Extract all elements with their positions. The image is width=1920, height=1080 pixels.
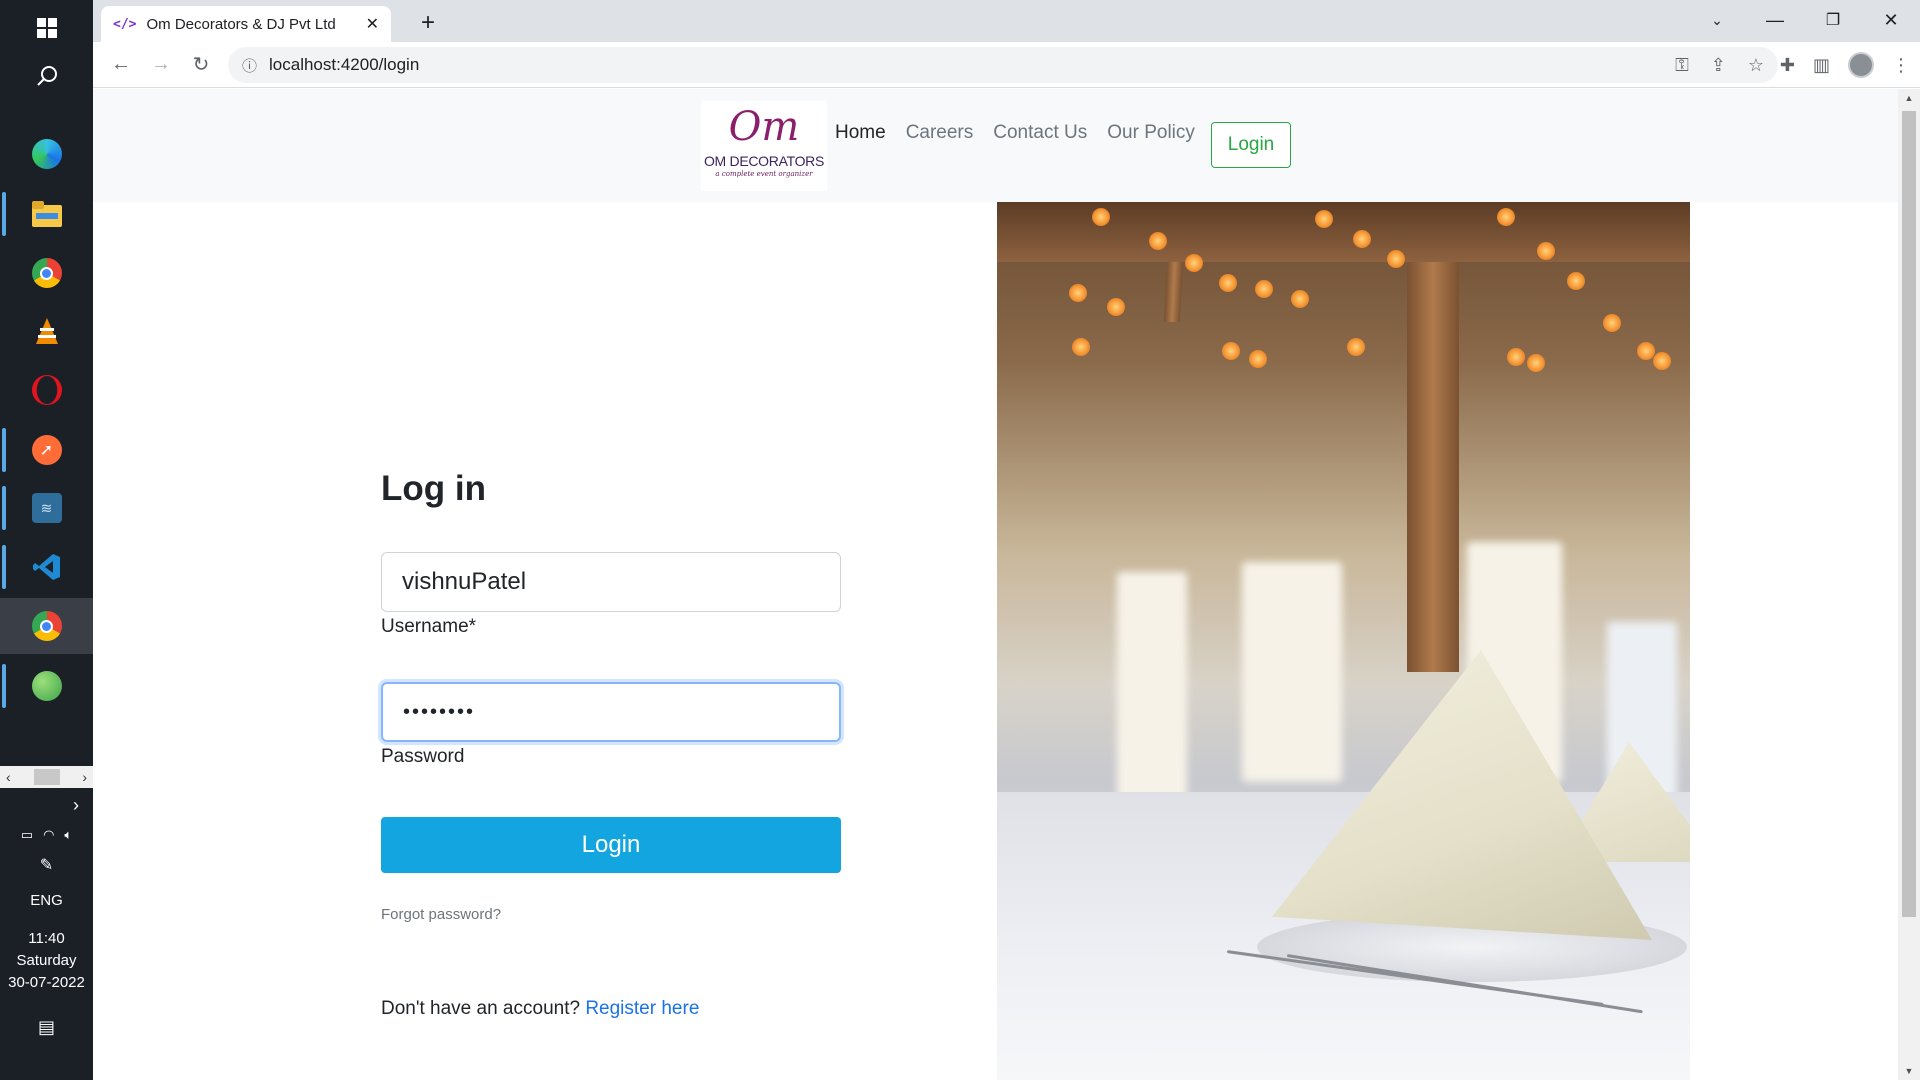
taskbar-scroll-thumb[interactable] bbox=[33, 769, 60, 785]
page-scroll-thumb[interactable] bbox=[1902, 111, 1916, 917]
chevron-right-icon[interactable]: › bbox=[82, 769, 87, 785]
notification-icon[interactable]: ▤ bbox=[38, 1017, 55, 1038]
username-label: Username* bbox=[381, 616, 477, 637]
forgot-password-link[interactable]: Forgot password? bbox=[381, 906, 501, 923]
nav-contact-link[interactable]: Contact Us bbox=[993, 122, 1087, 144]
register-prompt-text: Don't have an account? bbox=[381, 998, 581, 1019]
page-scrollbar[interactable]: ▲ ▼ bbox=[1898, 89, 1920, 1080]
nav-careers-link[interactable]: Careers bbox=[906, 122, 974, 144]
browser-toolbar: ← → ↻ ⓘ localhost:4200/login ⚿ ⇪ ☆ ✚ ▥ ⋮ bbox=[93, 42, 1920, 88]
chrome-icon[interactable] bbox=[0, 245, 93, 301]
edge-icon[interactable] bbox=[0, 126, 93, 182]
side-panel-icon[interactable]: ▥ bbox=[1813, 55, 1830, 76]
nav-login-button[interactable]: Login bbox=[1211, 122, 1291, 168]
opera-icon[interactable] bbox=[0, 362, 93, 418]
volume-icon[interactable]: 🔈︎ bbox=[64, 827, 72, 843]
nav-links: Home Careers Contact Us Our Policy bbox=[835, 122, 1195, 144]
tab-strip: </> Om Decorators & DJ Pvt Ltd ✕ + ⌄ — ❐… bbox=[93, 0, 1920, 42]
minimize-icon[interactable]: — bbox=[1746, 0, 1804, 40]
windows-taskbar: ➚ ≋ ‹ › › ▭ ◠ 🔈︎ ✎ ENG 11:40 Saturday 30… bbox=[0, 0, 93, 1080]
password-input[interactable]: •••••••• bbox=[381, 682, 841, 742]
username-input[interactable] bbox=[381, 552, 841, 612]
wifi-icon[interactable]: ◠ bbox=[43, 827, 54, 843]
register-link[interactable]: Register here bbox=[585, 998, 699, 1019]
site-navbar: Om OM DECORATORS a complete event organi… bbox=[93, 89, 1898, 202]
clock-day: Saturday bbox=[16, 952, 77, 969]
logo-name: OM DECORATORS bbox=[703, 153, 825, 169]
system-tray: › ▭ ◠ 🔈︎ ✎ ENG 11:40 Saturday 30-07-2022… bbox=[0, 790, 93, 1042]
site-logo[interactable]: Om OM DECORATORS a complete event organi… bbox=[701, 101, 827, 191]
extensions-icon[interactable]: ✚ bbox=[1780, 55, 1795, 76]
window-controls: ⌄ — ❐ ✕ bbox=[1688, 0, 1920, 40]
reload-icon[interactable]: ↻ bbox=[181, 45, 221, 85]
pen-icon[interactable]: ✎ bbox=[40, 855, 53, 875]
search-icon[interactable] bbox=[0, 48, 93, 104]
clock[interactable]: 11:40 Saturday 30-07-2022 bbox=[0, 928, 93, 994]
site-info-icon[interactable]: ⓘ bbox=[242, 55, 257, 76]
chrome-profile-icon[interactable] bbox=[0, 598, 93, 654]
clock-date: 30-07-2022 bbox=[8, 974, 85, 991]
taskbar-scrollbar[interactable]: ‹ › bbox=[0, 766, 93, 788]
new-tab-button[interactable]: + bbox=[413, 8, 443, 38]
login-submit-button[interactable]: Login bbox=[381, 817, 841, 873]
chrome-window: </> Om Decorators & DJ Pvt Ltd ✕ + ⌄ — ❐… bbox=[93, 0, 1920, 1080]
address-bar[interactable]: ⓘ localhost:4200/login ⚿ ⇪ ☆ bbox=[228, 47, 1778, 83]
chevron-left-icon[interactable]: ‹ bbox=[6, 769, 11, 785]
nav-home-link[interactable]: Home bbox=[835, 122, 886, 144]
scroll-down-icon[interactable]: ▼ bbox=[1898, 1062, 1920, 1080]
restore-icon[interactable]: ❐ bbox=[1804, 0, 1862, 40]
page-viewport: Om OM DECORATORS a complete event organi… bbox=[93, 89, 1898, 1080]
logo-mark: Om bbox=[728, 104, 800, 150]
vscode-icon[interactable] bbox=[0, 539, 93, 595]
mysql-workbench-icon[interactable]: ≋ bbox=[0, 480, 93, 536]
key-icon[interactable]: ⚿ bbox=[1675, 55, 1689, 76]
back-icon[interactable]: ← bbox=[101, 45, 141, 85]
code-favicon-icon: </> bbox=[113, 16, 137, 32]
file-explorer-icon[interactable] bbox=[0, 186, 93, 242]
chevron-right-icon[interactable]: › bbox=[73, 795, 79, 816]
language-indicator[interactable]: ENG bbox=[30, 892, 63, 909]
close-window-icon[interactable]: ✕ bbox=[1862, 0, 1920, 40]
register-prompt: Don't have an account? Register here bbox=[381, 998, 699, 1020]
password-label: Password bbox=[381, 746, 465, 767]
nav-policy-link[interactable]: Our Policy bbox=[1107, 122, 1195, 144]
login-title: Log in bbox=[381, 469, 486, 508]
browser-tab[interactable]: </> Om Decorators & DJ Pvt Ltd ✕ bbox=[101, 6, 391, 42]
battery-icon[interactable]: ▭ bbox=[21, 827, 33, 843]
close-tab-icon[interactable]: ✕ bbox=[366, 14, 379, 34]
menu-kebab-icon[interactable]: ⋮ bbox=[1892, 55, 1910, 76]
tab-search-icon[interactable]: ⌄ bbox=[1688, 0, 1746, 40]
forward-icon[interactable]: → bbox=[141, 45, 181, 85]
logo-tagline: a complete event organizer bbox=[715, 170, 813, 178]
postman-icon[interactable]: ➚ bbox=[0, 422, 93, 478]
url-text[interactable]: localhost:4200/login bbox=[269, 55, 1663, 75]
restaurant-photo bbox=[997, 202, 1690, 1080]
spring-tool-suite-icon[interactable] bbox=[0, 658, 93, 714]
tab-title: Om Decorators & DJ Pvt Ltd bbox=[146, 15, 336, 33]
vlc-icon[interactable] bbox=[0, 304, 93, 360]
share-icon[interactable]: ⇪ bbox=[1711, 55, 1726, 76]
bookmark-star-icon[interactable]: ☆ bbox=[1748, 55, 1764, 76]
scroll-up-icon[interactable]: ▲ bbox=[1898, 89, 1920, 107]
clock-time: 11:40 bbox=[28, 930, 65, 947]
profile-avatar[interactable] bbox=[1848, 52, 1874, 78]
